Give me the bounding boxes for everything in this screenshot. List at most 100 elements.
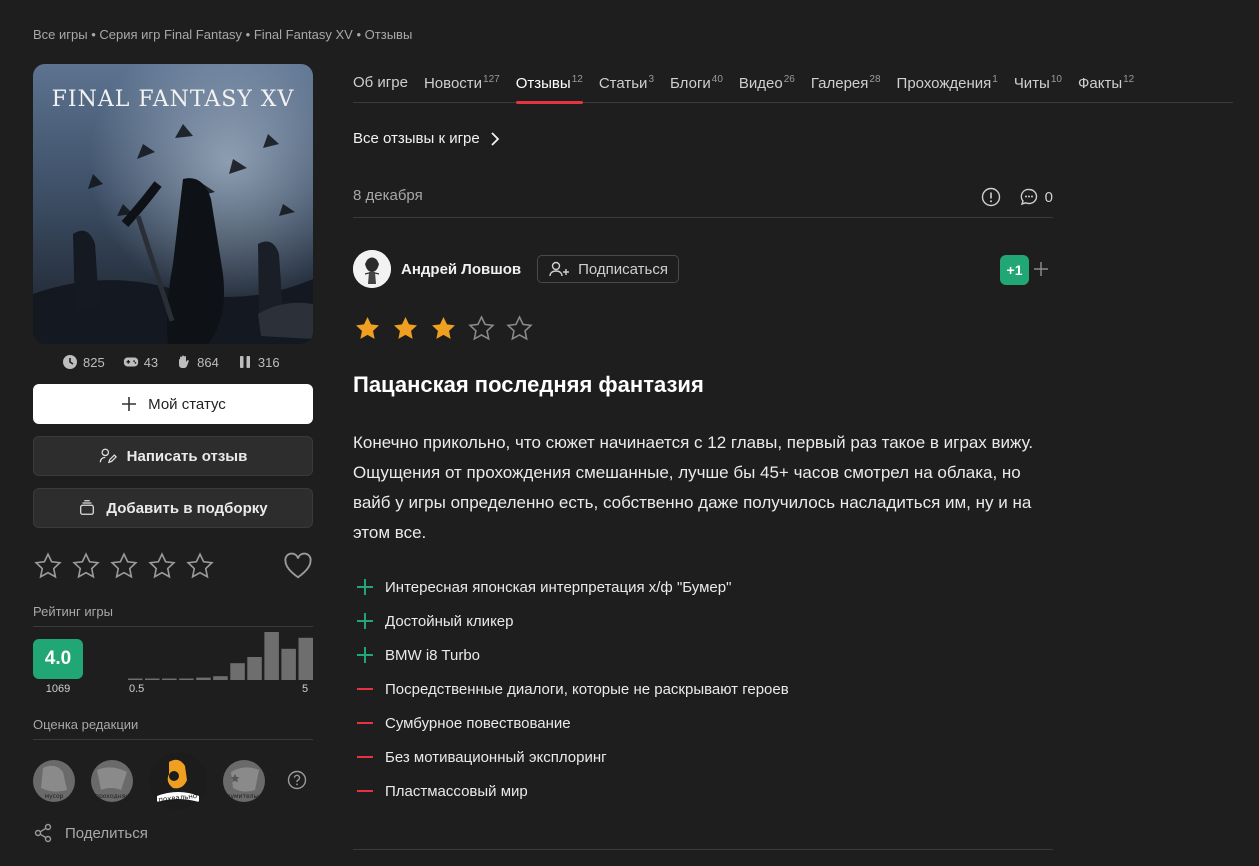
con-item: Без мотивационный эксплоринг	[353, 740, 789, 774]
badge-trash[interactable]: мусор	[33, 760, 75, 802]
badge-amazing[interactable]: изумительно	[223, 760, 265, 802]
tab-count: 40	[711, 74, 723, 85]
breadcrumb-series[interactable]: Серия игр Final Fantasy	[99, 27, 242, 42]
tab-about[interactable]: Об игре	[353, 74, 408, 103]
tab-label: Видео	[738, 75, 783, 92]
plus-icon	[353, 638, 385, 672]
histogram-bar	[179, 678, 194, 680]
histogram-bar	[281, 648, 296, 680]
star-outline-icon[interactable]	[147, 551, 177, 581]
star-filled-icon	[394, 317, 417, 339]
plus-icon	[353, 570, 385, 604]
game-cover[interactable]: FINAL FANTASY XV	[33, 64, 313, 344]
tab-walkthroughs[interactable]: Прохождения1	[897, 74, 998, 103]
tab-reviews[interactable]: Отзывы12	[515, 74, 583, 104]
review-title: Пацанская последняя фантазия	[353, 372, 704, 397]
badge-passable[interactable]: проходняк	[91, 760, 133, 802]
histogram-bar	[196, 677, 211, 680]
review-vote-badge[interactable]: +1	[1000, 255, 1029, 285]
histogram-bar	[230, 663, 245, 680]
breadcrumb-separator: •	[91, 27, 96, 42]
breadcrumb-reviews: Отзывы	[364, 27, 413, 42]
badge-praiseworthy-icon: похвально	[149, 752, 207, 810]
rating-histogram[interactable]	[128, 630, 313, 680]
histogram-min-label: 0.5	[129, 683, 145, 695]
histogram-bar	[213, 676, 228, 680]
pro-item: Интересная японская интерпретация х/ф "Б…	[353, 570, 789, 604]
con-item: Сумбурное повествование	[353, 706, 789, 740]
tab-count: 127	[483, 74, 500, 85]
avatar-image	[353, 250, 391, 288]
game-rating-label: Рейтинг игры	[33, 604, 113, 619]
tab-label: Читы	[1013, 75, 1050, 92]
my-status-button[interactable]: Мой статус	[33, 384, 313, 424]
heart-icon[interactable]	[283, 552, 313, 580]
badge-praiseworthy[interactable]: похвально	[149, 752, 207, 810]
share-button[interactable]: Поделиться	[33, 823, 148, 843]
tab-count: 12	[1123, 74, 1135, 85]
author-name[interactable]: Андрей Ловшов	[401, 261, 521, 278]
stat-played[interactable]: 43	[123, 354, 158, 370]
review-actions: 0	[981, 187, 1053, 207]
tab-label: Отзывы	[515, 75, 571, 92]
histogram-bar	[247, 657, 262, 680]
write-review-button[interactable]: Написать отзыв	[33, 436, 313, 476]
stat-wishlist[interactable]: 864	[176, 354, 219, 370]
add-to-collection-button[interactable]: Добавить в подборку	[33, 488, 313, 528]
tab-blogs[interactable]: Блоги40	[670, 74, 723, 103]
plus-icon	[122, 397, 137, 411]
stat-paused[interactable]: 316	[237, 354, 280, 370]
tab-label: Прохождения	[896, 75, 992, 92]
subscribe-button[interactable]: Подписаться	[537, 255, 679, 283]
divider	[353, 849, 1053, 850]
all-reviews-link[interactable]: Все отзывы к игре	[353, 130, 500, 147]
tab-count: 28	[869, 74, 881, 85]
avatar[interactable]	[353, 250, 391, 288]
tab-articles[interactable]: Статьи3	[599, 74, 654, 103]
breadcrumb-game[interactable]: Final Fantasy XV	[254, 27, 353, 42]
user-rating-stars	[33, 551, 215, 581]
star-outline-icon[interactable]	[109, 551, 139, 581]
star-outline-icon[interactable]	[33, 551, 63, 581]
all-reviews-label: Все отзывы к игре	[353, 130, 480, 147]
con-item: Посредственные диалоги, которые не раскр…	[353, 672, 789, 706]
plus-icon[interactable]	[1033, 261, 1049, 277]
tab-gallery[interactable]: Галерея28	[811, 74, 881, 103]
game-rating-badge: 4.0	[33, 639, 83, 679]
badge-trash-label: мусор	[45, 793, 64, 800]
my-status-label: Мой статус	[148, 395, 226, 413]
editorial-rating-label: Оценка редакции	[33, 717, 139, 732]
editorial-badges: мусор проходняк похвально изумительно	[33, 752, 265, 810]
game-tabs: Об игре Новости127 Отзывы12 Статьи3 Блог…	[353, 74, 1233, 104]
pause-icon	[239, 356, 250, 368]
share-icon	[34, 823, 52, 843]
star-outline-icon	[468, 315, 495, 341]
con-text: Пластмассовый мир	[385, 782, 528, 800]
tab-video[interactable]: Видео26	[739, 74, 795, 103]
tab-label: Новости	[423, 75, 483, 92]
hand-icon	[179, 355, 189, 368]
write-review-label: Написать отзыв	[126, 447, 248, 465]
cover-artwork: FINAL FANTASY XV	[33, 64, 313, 344]
comments-button[interactable]: 0	[1019, 187, 1053, 207]
tab-facts[interactable]: Факты12	[1078, 74, 1134, 103]
add-to-collection-label: Добавить в подборку	[106, 499, 268, 517]
help-icon[interactable]	[287, 770, 307, 790]
tab-count: 12	[571, 74, 583, 85]
subscribe-label: Подписаться	[578, 260, 668, 278]
stat-playing[interactable]: 825	[62, 354, 105, 370]
star-outline-icon[interactable]	[185, 551, 215, 581]
breadcrumb-all-games[interactable]: Все игры	[33, 27, 88, 42]
star-filled-icon	[432, 317, 455, 339]
pro-text: Интересная японская интерпретация х/ф "Б…	[385, 578, 732, 596]
tab-cheats[interactable]: Читы10	[1014, 74, 1062, 103]
histogram-max-label: 5	[302, 683, 309, 695]
comment-icon	[1020, 188, 1037, 206]
star-outline-icon[interactable]	[71, 551, 101, 581]
chevron-right-icon	[491, 131, 500, 146]
report-icon[interactable]	[981, 187, 1001, 207]
badge-passable-icon: проходняк	[95, 767, 129, 800]
tab-news[interactable]: Новости127	[424, 74, 500, 103]
game-stats: 825 43 864 316	[62, 354, 280, 370]
divider	[33, 626, 313, 627]
